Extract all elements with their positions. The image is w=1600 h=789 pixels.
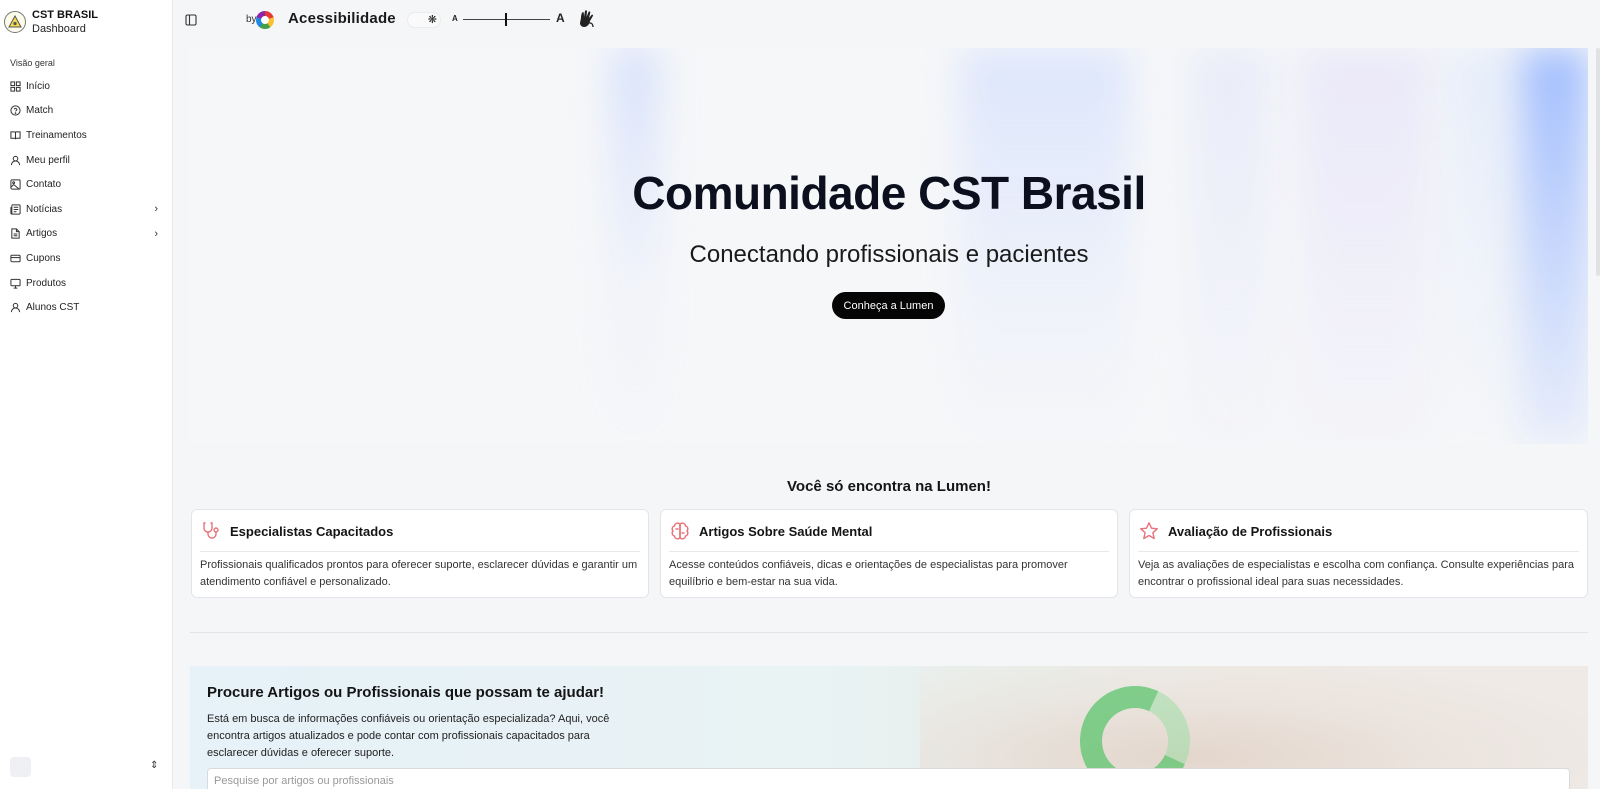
help-circle-icon xyxy=(10,105,21,116)
feature-card-text: Profissionais qualificados prontos para … xyxy=(200,559,638,588)
sidebar-item-label: Match xyxy=(26,105,54,117)
sidebar-item-inicio[interactable]: Início xyxy=(0,74,172,99)
accessibility-logo-icon xyxy=(256,11,274,29)
chevron-right-icon: › xyxy=(154,203,158,216)
sidebar-item-label: Alunos CST xyxy=(26,302,80,314)
feature-card-especialistas: Especialistas Capacitados Profissionais … xyxy=(191,509,649,598)
sidebar-item-artigos[interactable]: Artigos › xyxy=(0,222,172,247)
user-icon xyxy=(10,155,21,166)
sidebar-item-label: Cupons xyxy=(26,252,61,264)
sidebar-item-cupons[interactable]: Cupons xyxy=(0,246,172,271)
feature-card-title: Especialistas Capacitados xyxy=(230,523,394,539)
credit-card-icon xyxy=(10,253,21,264)
features-cards: Especialistas Capacitados Profissionais … xyxy=(190,509,1588,598)
stethoscope-icon xyxy=(200,520,222,542)
file-text-icon xyxy=(10,228,21,239)
brand-subtitle: Dashboard xyxy=(32,23,86,35)
brand-name: CST BRASIL xyxy=(32,9,98,21)
newspaper-icon xyxy=(10,204,21,215)
conheca-lumen-button[interactable]: Conheça a Lumen xyxy=(832,292,945,319)
section-divider xyxy=(190,632,1588,633)
sidebar-item-label: Início xyxy=(26,80,50,92)
font-size-small-label: A xyxy=(452,14,458,23)
feature-card-text: Acesse conteúdos confiáveis, dicas e ori… xyxy=(669,559,1068,588)
sun-icon: ❋ xyxy=(427,14,437,26)
hero-subtitle: Conectando profissionais e pacientes xyxy=(689,241,1089,268)
feature-card-text: Veja as avaliações de especialistas e es… xyxy=(1138,559,1574,588)
chevron-right-icon: › xyxy=(154,227,158,240)
sidebar-item-treinamentos[interactable]: Treinamentos xyxy=(0,123,172,148)
brand[interactable]: CST BRASIL Dashboard xyxy=(4,8,98,36)
sidebar-item-match[interactable]: Match xyxy=(0,99,172,124)
hero-title: Comunidade CST Brasil xyxy=(632,167,1146,219)
sidebar-item-label: Meu perfil xyxy=(26,154,70,166)
sidebar-item-label: Treinamentos xyxy=(26,129,87,141)
search-title: Procure Artigos ou Profissionais que pos… xyxy=(207,684,605,701)
slider-thumb[interactable] xyxy=(504,13,507,26)
avatar[interactable] xyxy=(10,757,31,777)
nav-group-label: Visão geral xyxy=(10,58,55,68)
search-section: Procure Artigos ou Profissionais que pos… xyxy=(190,666,1588,789)
hero-banner: Comunidade CST Brasil Conectando profiss… xyxy=(190,48,1588,444)
topbar: by Acessibilidade ❋ A A xyxy=(173,0,1600,40)
accessibility-title: Acessibilidade xyxy=(288,10,396,27)
sidebar-item-produtos[interactable]: Produtos xyxy=(0,271,172,296)
theme-toggle[interactable]: ❋ xyxy=(407,12,441,28)
font-size-large-label: A xyxy=(556,11,565,25)
feature-card-title: Avaliação de Profissionais xyxy=(1168,523,1333,539)
sidebar-item-contato[interactable]: Contato xyxy=(0,172,172,197)
monitor-icon xyxy=(10,278,21,289)
book-open-icon xyxy=(10,130,21,141)
search-description: Está em busca de informações confiáveis … xyxy=(207,713,610,759)
sidebar-toggle-icon[interactable] xyxy=(185,13,197,26)
sidebar-nav: Início Match Treinamentos Meu perfil Con… xyxy=(0,74,172,320)
by-label: by xyxy=(246,14,257,25)
sidebar-item-label: Notícias xyxy=(26,203,63,215)
sidebar-item-label: Contato xyxy=(26,179,62,191)
chevrons-up-down-icon[interactable]: ⇕ xyxy=(150,760,158,771)
sidebar: CST BRASIL Dashboard Visão geral Início … xyxy=(0,0,173,789)
sign-language-icon[interactable] xyxy=(577,9,597,31)
cst-logo-icon xyxy=(4,11,26,33)
font-size-slider[interactable] xyxy=(463,13,550,26)
feature-card-avaliacao: Avaliação de Profissionais Veja as avali… xyxy=(1129,509,1588,598)
sidebar-item-label: Artigos xyxy=(26,228,58,240)
search-input[interactable] xyxy=(207,768,1570,789)
brain-icon xyxy=(669,520,691,542)
image-icon xyxy=(10,179,21,190)
sidebar-item-alunos-cst[interactable]: Alunos CST xyxy=(0,295,172,320)
features-title: Você só encontra na Lumen! xyxy=(787,478,991,495)
sidebar-item-noticias[interactable]: Notícias › xyxy=(0,197,172,222)
user-icon xyxy=(10,302,21,313)
sidebar-item-label: Produtos xyxy=(26,277,67,289)
star-icon xyxy=(1138,520,1160,542)
grid-icon xyxy=(10,81,21,92)
sidebar-item-meu-perfil[interactable]: Meu perfil xyxy=(0,148,172,173)
feature-card-title: Artigos Sobre Saúde Mental xyxy=(699,523,873,539)
feature-card-artigos: Artigos Sobre Saúde Mental Acesse conteú… xyxy=(660,509,1118,598)
scrollbar[interactable] xyxy=(1596,48,1600,276)
